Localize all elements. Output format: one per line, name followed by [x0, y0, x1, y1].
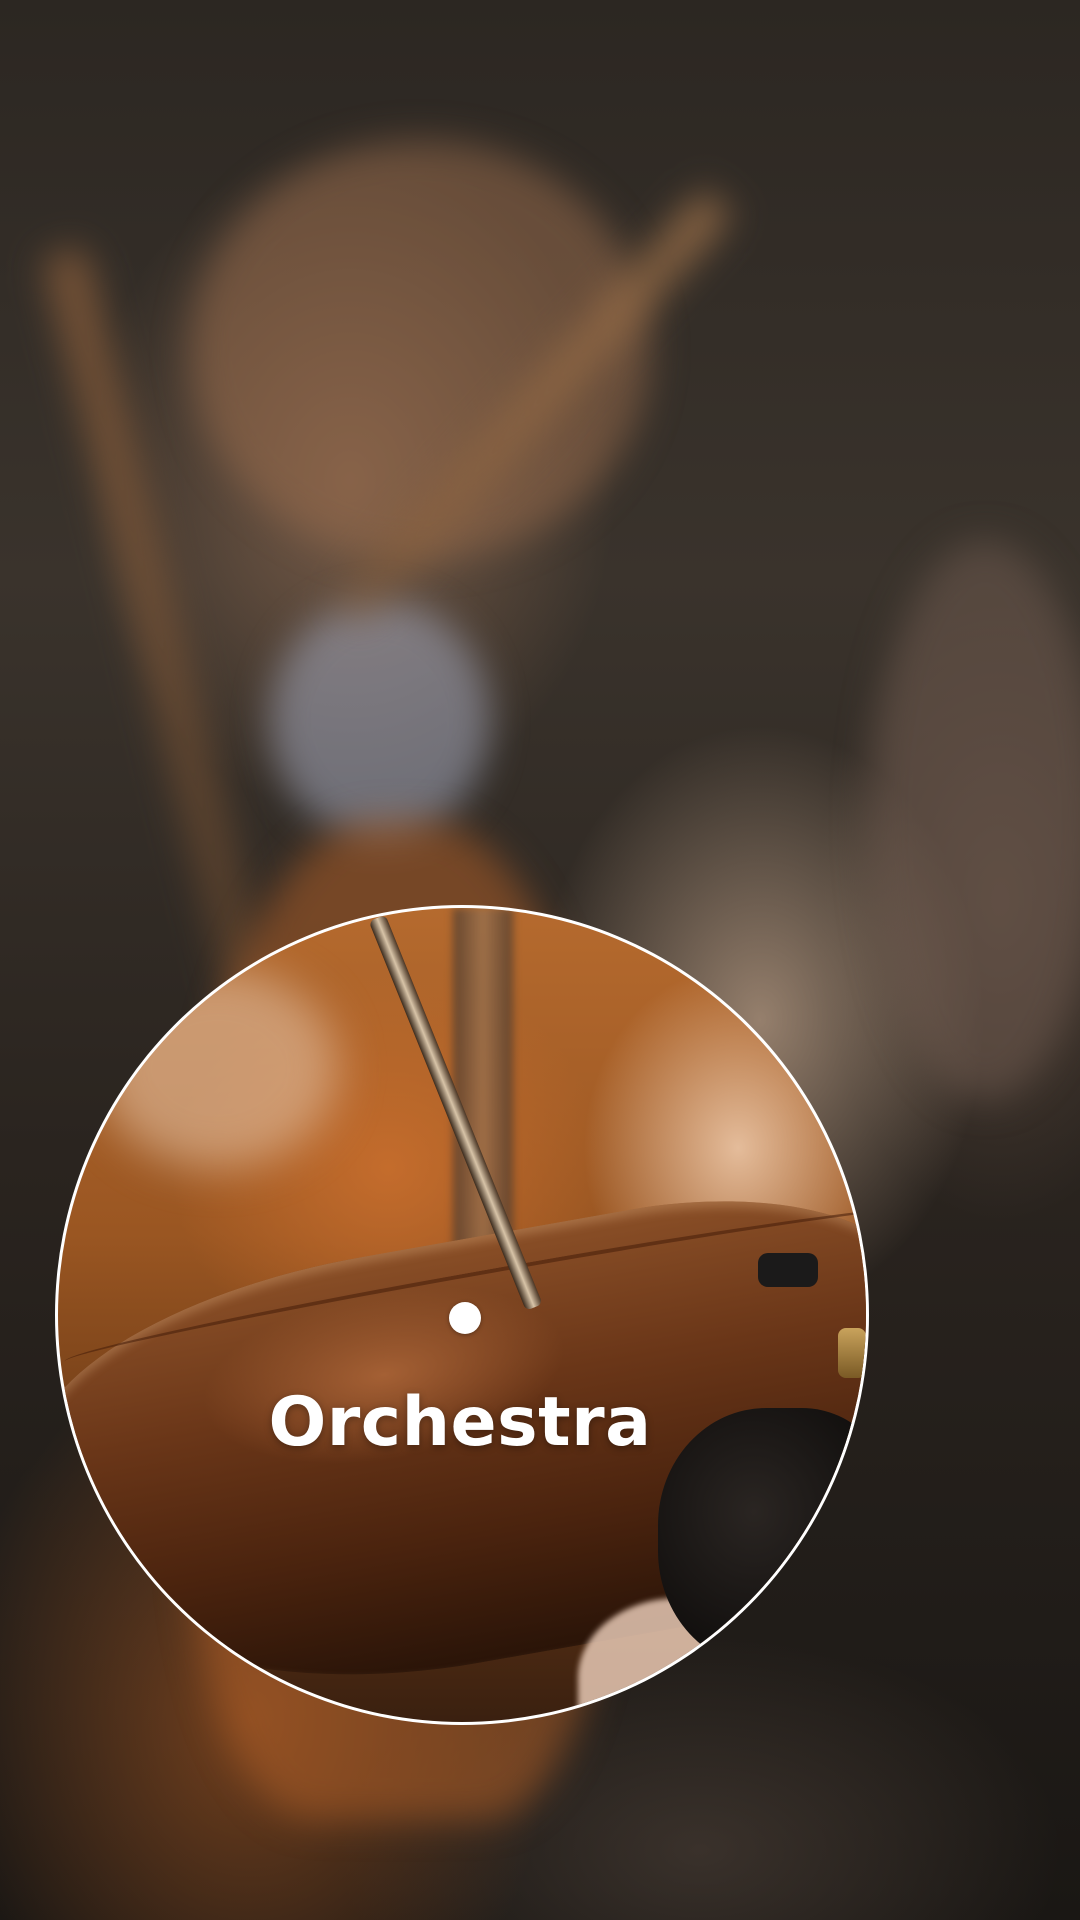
gold-knob: [838, 1328, 866, 1378]
tuning-peg: [758, 1253, 818, 1287]
background-blur-right-figure: [870, 540, 1080, 1100]
background-blur-bow-right: [330, 186, 735, 630]
page-title: Orchestra: [268, 1383, 652, 1462]
orchestra-screen: Orchestra: [0, 0, 1080, 1920]
lens-hand: [98, 968, 338, 1168]
focus-point-icon[interactable]: [449, 1302, 481, 1334]
background-blur-figure: [190, 140, 650, 560]
background-blur-shirt: [270, 600, 490, 840]
